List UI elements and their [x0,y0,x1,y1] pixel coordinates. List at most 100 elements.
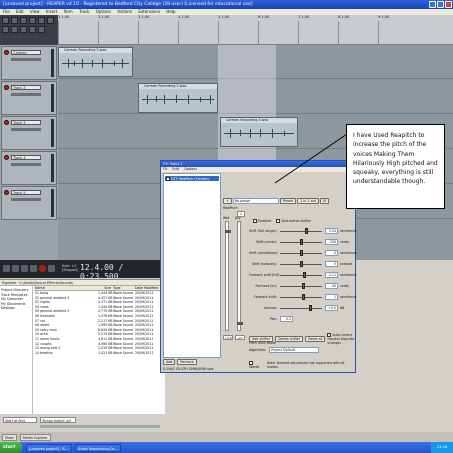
pan-value[interactable]: 0.0 [280,316,293,322]
dry-slider-thumb[interactable] [237,322,243,325]
metronome-icon[interactable] [47,17,54,24]
menu-options[interactable]: Options [96,9,111,14]
undo-icon[interactable] [29,17,36,24]
volume-fader[interactable] [11,163,41,166]
ripple-icon[interactable] [20,26,27,33]
menu-item[interactable]: Item [64,9,73,14]
add-preset-button[interactable]: + [223,197,232,204]
stereo-checkbox[interactable]: Stereo [249,361,264,369]
track-header[interactable]: Track 4 [1,151,57,185]
volume-fader[interactable] [11,198,41,201]
fx-menu-fx[interactable]: FX [163,167,167,171]
param-slider-thumb[interactable] [300,250,303,256]
grid-icon[interactable] [11,26,18,33]
wet-slider[interactable] [225,221,231,331]
go-to-start-icon[interactable] [3,265,10,272]
volume-fader[interactable] [11,93,41,96]
menu-extensions[interactable]: Extensions [138,9,160,14]
param-slider-thumb[interactable] [304,228,308,234]
pause-icon[interactable] [21,265,28,272]
volume-fader[interactable] [11,58,41,61]
menu-actions[interactable]: Actions [117,9,132,14]
track-name[interactable]: Track 4 [11,155,41,160]
open-project-icon[interactable] [11,17,18,24]
enabled-checkbox[interactable]: Enabled [253,219,271,223]
param-slider[interactable] [280,297,322,298]
column-type[interactable]: Type [113,286,135,290]
explorer-path[interactable]: C:\Audio\Sound Effects\Sounds [19,281,73,285]
tree-item[interactable]: Project Directory [1,288,31,293]
track-header[interactable]: Track 3 [1,116,57,150]
param-slider[interactable] [280,286,322,287]
param-slider[interactable] [280,308,322,309]
dry-slider[interactable] [237,221,243,331]
track-name[interactable]: Track 2 [11,85,41,90]
fx-enable-checkbox[interactable] [166,176,170,181]
record-arm-icon[interactable] [4,155,9,160]
menu-view[interactable]: View [30,9,40,14]
tempo-match-select[interactable]: Tempo match: off [40,417,76,423]
param-slider-thumb[interactable] [303,272,307,278]
maximize-button[interactable] [437,1,444,8]
ui-button[interactable]: UI [319,197,330,204]
param-slider-thumb[interactable] [300,239,303,245]
menu-insert[interactable]: Insert [46,9,57,14]
menu-help[interactable]: Help [166,9,175,14]
media-item[interactable]: Carmen Recording 2.wav [138,83,218,113]
media-item[interactable]: Carmen Recording 3.wav [58,47,133,77]
fx-list-item[interactable]: VST: ReaPitch (Cockos) [165,176,219,181]
record-icon[interactable] [39,265,46,272]
lock-icon[interactable] [29,26,36,33]
preset-select[interactable]: No preset [232,197,279,204]
param-value[interactable]: 40 [325,283,338,289]
menu-track[interactable]: Track [79,9,89,14]
snap-icon[interactable] [2,26,9,33]
preview-volume-slider[interactable] [40,425,160,428]
tab-media-explorer[interactable]: Media Explorer [20,434,51,441]
wet-slider-thumb[interactable] [225,230,231,233]
autocorrect-checkbox[interactable]: Auto-correct monitor playrate changes [327,333,355,345]
envelope-icon[interactable] [38,26,45,33]
record-arm-icon[interactable] [4,85,9,90]
taskbar-item-document[interactable]: Audio Sequencing Co... [75,443,121,452]
param-slider[interactable] [280,231,322,232]
param-slider-thumb[interactable] [300,261,303,267]
param-value[interactable]: 2 [325,294,338,300]
taskbar-item-reaper[interactable]: [unsaved project] - R... [26,443,72,452]
algorithm-select[interactable]: Project Default [269,347,320,353]
param-value[interactable]: 5.24 [325,228,338,234]
track-header[interactable]: Track 5 [1,186,57,220]
repeat-icon[interactable] [48,265,55,272]
start-at-select[interactable]: Start at first [3,417,37,423]
volume-fader[interactable] [11,128,41,131]
track-name[interactable]: Track 3 [11,120,41,125]
play-rate[interactable]: Rate: 1.0 [Stopped] [62,264,78,272]
param-slider[interactable] [280,275,322,276]
column-size[interactable]: Size [98,286,113,290]
media-item[interactable]: Carmen Recording 3.wav [220,117,298,147]
record-arm-icon[interactable] [4,50,9,55]
dry-value[interactable]: -inf [235,335,245,340]
io-button[interactable]: 2 in 2 out [297,197,319,204]
column-name[interactable]: Name [34,286,98,290]
new-project-icon[interactable] [2,17,9,24]
param-value[interactable]: 200 [325,239,338,245]
remove-fx-button[interactable]: Remove [177,359,197,365]
menu-file[interactable]: File [3,9,10,14]
param-value[interactable]: 2.11 [325,272,338,278]
record-arm-icon[interactable] [4,120,9,125]
fx-menu-edit[interactable]: Edit [172,167,179,171]
solo-checkbox[interactable]: Solo active shifter [276,219,311,223]
param-slider-thumb[interactable] [308,305,312,311]
param-slider-thumb[interactable] [302,294,306,300]
param-slider-thumb[interactable] [302,283,305,289]
track-name[interactable]: Carmen [11,50,41,55]
redo-icon[interactable] [38,17,45,24]
reset-all-button[interactable]: Reset all [305,336,326,342]
minimize-button[interactable] [429,1,436,8]
param-value[interactable]: 0 [325,250,338,256]
file-row[interactable]: 14 breathe 1,021 KB Wave Sound 20/09/2011 [34,351,165,356]
wet-value[interactable]: +0.0 [223,335,233,340]
track-header[interactable]: Carmen [1,46,57,80]
tab-mixer[interactable]: Mixer [2,434,17,441]
